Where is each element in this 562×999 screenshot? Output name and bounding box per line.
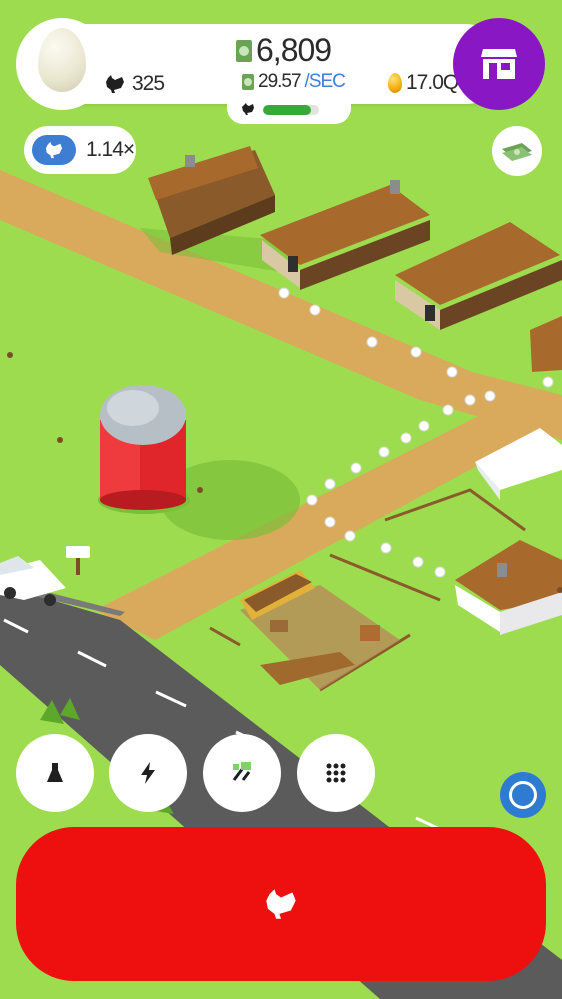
golden-egg-icon	[388, 73, 402, 93]
money-display: 6,809	[236, 32, 332, 69]
boost-multiplier: 1.14×	[86, 138, 135, 161]
epic-research-button[interactable]	[203, 734, 281, 812]
egg-button[interactable]	[16, 18, 108, 110]
chicken-icon	[106, 75, 124, 93]
income-rate-display: 29.57 /SEC	[242, 71, 346, 93]
hatch-progress-tab	[227, 98, 351, 124]
top-hud: 6,809 29.57 /SEC 325 17.0Q	[16, 18, 545, 124]
boost-button[interactable]	[109, 734, 187, 812]
chicken-count: 325	[132, 72, 165, 95]
research-button[interactable]	[16, 734, 94, 812]
hatch-progress-bar	[263, 105, 319, 115]
hatch-chicken-button[interactable]	[16, 827, 546, 981]
ring-icon	[509, 781, 537, 809]
money-icon	[242, 74, 254, 90]
lightning-icon	[141, 762, 155, 784]
flask-icon	[47, 763, 63, 782]
cash-button[interactable]	[492, 126, 542, 176]
income-rate-value: 29.57	[258, 71, 302, 92]
income-rate-unit: /SEC	[304, 71, 346, 92]
menu-button[interactable]	[297, 734, 375, 812]
chicken-icon	[266, 889, 296, 919]
chicken-icon	[45, 141, 63, 159]
money-icon	[236, 39, 252, 62]
chicken-count-display: 325	[104, 72, 165, 96]
golden-egg-display: 17.0Q	[388, 71, 459, 95]
hatch-progress-fill	[263, 105, 311, 115]
boost-indicator[interactable]: 1.14×	[24, 126, 136, 174]
chick-icon	[242, 103, 254, 115]
golden-egg-count: 17.0Q	[406, 71, 459, 94]
assistant-circle-button[interactable]	[500, 772, 546, 818]
money-value: 6,809	[256, 32, 332, 68]
cash-stack-icon	[502, 143, 532, 161]
boost-badge	[32, 135, 76, 165]
shop-button[interactable]	[453, 18, 545, 110]
syringe-icon	[232, 762, 251, 781]
grid-icon	[326, 763, 346, 783]
shop-icon	[481, 49, 517, 79]
egg-icon	[38, 28, 86, 92]
